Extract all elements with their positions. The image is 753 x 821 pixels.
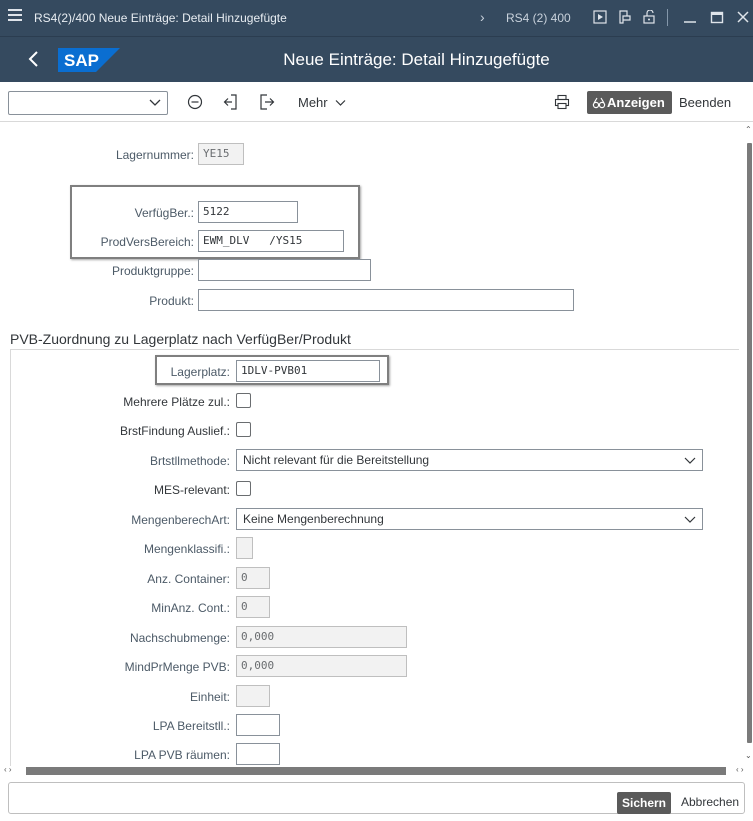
shell-bar: SAP Neue Einträge: Detail Hinzugefügte bbox=[0, 36, 753, 82]
minanz-cont-label: MinAnz. Cont.: bbox=[151, 601, 230, 615]
detail-content: Lagernummer: YE15 VerfügBer.: 5122 ProdV… bbox=[0, 123, 745, 766]
horizontal-scrollbar-thumb[interactable] bbox=[26, 767, 726, 775]
page-title: Neue Einträge: Detail Hinzugefügte bbox=[283, 50, 550, 69]
minanz-cont-field[interactable]: 0 bbox=[236, 596, 270, 618]
chevron-down-icon bbox=[684, 457, 696, 464]
display-button[interactable]: Anzeigen bbox=[587, 91, 672, 114]
next-entry-icon[interactable] bbox=[258, 93, 276, 111]
hamburger-menu-icon[interactable] bbox=[8, 9, 22, 23]
more-menu-label: Mehr bbox=[298, 95, 328, 110]
glasses-icon bbox=[592, 97, 606, 109]
brstfindung-label: BrstFindung Auslief.: bbox=[119, 424, 230, 438]
anz-container-label: Anz. Container: bbox=[147, 572, 230, 586]
mengenklassifi-label: Mengenklassifi.: bbox=[143, 542, 230, 556]
mehrere-plaetze-label: Mehrere Plätze zul.: bbox=[123, 395, 230, 409]
previous-entry-icon[interactable] bbox=[222, 93, 240, 111]
einheit-field[interactable] bbox=[236, 685, 270, 707]
brtstllmethode-label: Brtstllmethode: bbox=[149, 454, 230, 468]
produktgruppe-field[interactable] bbox=[198, 259, 371, 281]
cancel-button[interactable]: Abbrechen bbox=[681, 795, 739, 809]
prodversbereich-label: ProdVersBereich: bbox=[100, 235, 194, 249]
window-title-bar: RS4(2)/400 Neue Einträge: Detail Hinzuge… bbox=[0, 0, 753, 36]
system-info: RS4 (2) 400 bbox=[506, 11, 571, 25]
vertical-scrollbar[interactable]: ⌃ ⌄ bbox=[745, 123, 753, 766]
scroll-right-icon[interactable]: ‹ › bbox=[736, 765, 744, 774]
chevron-down-icon bbox=[149, 99, 161, 106]
section-group-frame bbox=[10, 349, 739, 766]
more-menu-button[interactable]: Mehr bbox=[298, 95, 346, 110]
close-icon[interactable] bbox=[736, 10, 750, 24]
vertical-scrollbar-thumb[interactable] bbox=[747, 143, 752, 743]
maximize-icon[interactable] bbox=[710, 10, 724, 24]
display-button-label: Anzeigen bbox=[607, 95, 665, 110]
produkt-label: Produkt: bbox=[149, 294, 194, 308]
exit-button[interactable]: Beenden bbox=[679, 95, 731, 110]
title-separator bbox=[667, 9, 668, 26]
footer-bar: Sichern Abbrechen bbox=[0, 776, 753, 821]
produkt-field[interactable] bbox=[198, 289, 574, 311]
mes-relevant-label: MES-relevant: bbox=[153, 483, 230, 497]
chevron-down-icon bbox=[335, 100, 346, 106]
chevron-down-icon bbox=[684, 516, 696, 523]
mengenberechart-value: Keine Mengenberechnung bbox=[243, 512, 384, 526]
lpa-pvb-raeumen-label: LPA PVB räumen: bbox=[134, 748, 230, 762]
anz-container-field[interactable]: 0 bbox=[236, 567, 270, 589]
mengenberechart-dropdown[interactable]: Keine Mengenberechnung bbox=[236, 508, 703, 530]
lagernummer-label: Lagernummer: bbox=[115, 148, 194, 162]
mindprmenge-label: MindPrMenge PVB: bbox=[124, 660, 230, 674]
einheit-label: Einheit: bbox=[189, 690, 230, 704]
command-field[interactable] bbox=[8, 91, 168, 115]
lpa-pvb-raeumen-field[interactable] bbox=[236, 743, 280, 765]
play-icon[interactable] bbox=[593, 10, 607, 24]
transaction-icon[interactable] bbox=[618, 10, 632, 24]
nachschubmenge-field[interactable]: 0,000 bbox=[236, 626, 407, 648]
lagerplatz-label: Lagerplatz: bbox=[170, 365, 230, 379]
lagernummer-field[interactable]: YE15 bbox=[198, 143, 244, 165]
print-icon[interactable] bbox=[554, 94, 570, 110]
scroll-left-icon[interactable]: ‹ › bbox=[4, 765, 12, 774]
minimize-icon[interactable] bbox=[683, 10, 697, 24]
mengenklassifi-field[interactable] bbox=[236, 537, 253, 559]
lagerplatz-field[interactable]: 1DLV-PVB01 bbox=[236, 360, 380, 382]
collapse-icon[interactable] bbox=[186, 93, 204, 111]
chevron-right-icon[interactable]: › bbox=[480, 9, 485, 25]
mengenberechart-label: MengenberechArt: bbox=[131, 513, 230, 527]
nachschubmenge-label: Nachschubmenge: bbox=[129, 631, 230, 645]
horizontal-scrollbar[interactable]: ‹ › ‹ › bbox=[0, 765, 753, 776]
scroll-up-icon[interactable]: ⌃ bbox=[745, 125, 752, 134]
section-title: PVB-Zuordnung zu Lagerplatz nach VerfügB… bbox=[10, 331, 351, 347]
lpa-bereitstll-label: LPA Bereitstll.: bbox=[152, 719, 230, 733]
verfuegber-field[interactable]: 5122 bbox=[198, 201, 298, 223]
mindprmenge-field[interactable]: 0,000 bbox=[236, 655, 407, 677]
scroll-down-icon[interactable]: ⌄ bbox=[745, 751, 752, 760]
window-title: RS4(2)/400 Neue Einträge: Detail Hinzuge… bbox=[34, 11, 287, 25]
brtstllmethode-value: Nicht relevant für die Bereitstellung bbox=[243, 453, 430, 467]
mehrere-plaetze-checkbox[interactable] bbox=[236, 393, 251, 408]
prodversbereich-field[interactable]: EWM_DLV /YS15 bbox=[198, 230, 344, 252]
verfuegber-label: VerfügBer.: bbox=[134, 206, 194, 220]
unlock-icon[interactable] bbox=[642, 10, 656, 24]
produktgruppe-label: Produktgruppe: bbox=[111, 264, 194, 278]
brtstllmethode-dropdown[interactable]: Nicht relevant für die Bereitstellung bbox=[236, 449, 703, 471]
brstfindung-checkbox[interactable] bbox=[236, 422, 251, 437]
mes-relevant-checkbox[interactable] bbox=[236, 481, 251, 496]
lpa-bereitstll-field[interactable] bbox=[236, 714, 280, 736]
save-button[interactable]: Sichern bbox=[617, 792, 671, 814]
toolbar: Mehr Anzeigen Beenden bbox=[0, 82, 753, 122]
